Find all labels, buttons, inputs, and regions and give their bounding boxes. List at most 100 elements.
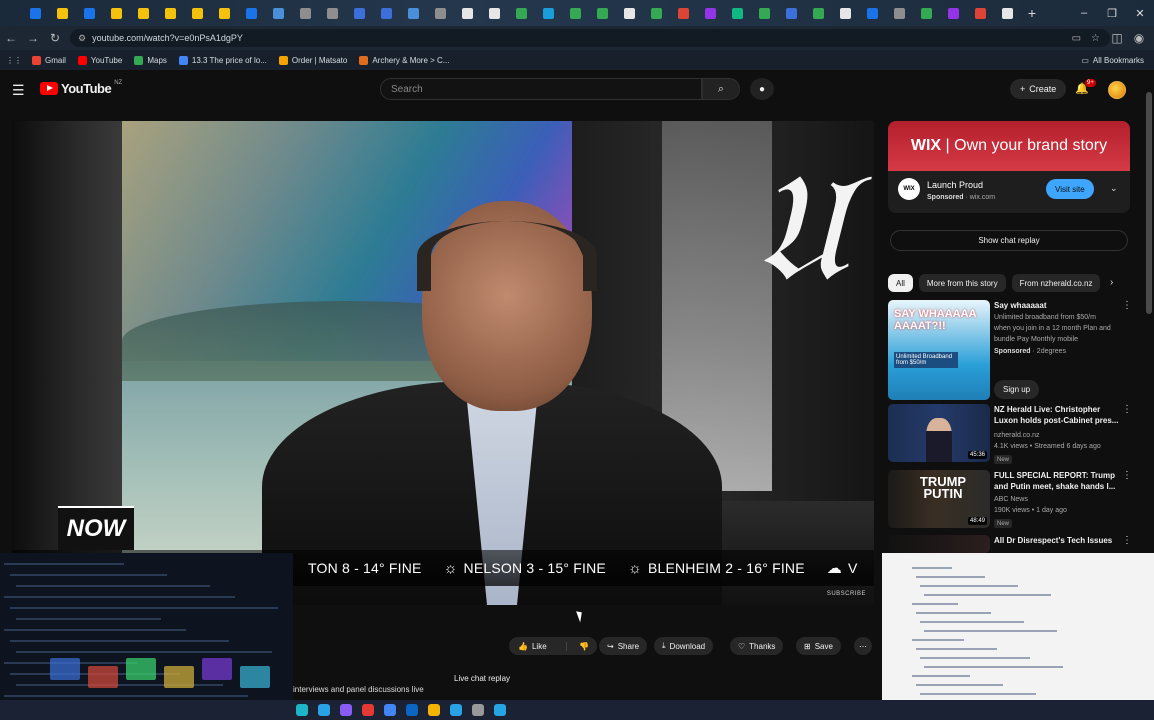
profile-icon[interactable]: ◉	[1128, 31, 1150, 45]
browser-tab[interactable]	[697, 0, 724, 26]
search-input[interactable]: Search	[380, 78, 702, 100]
browser-tab[interactable]	[859, 0, 886, 26]
subscribe-watermark[interactable]: SUBSCRIBE	[827, 591, 866, 597]
browser-tab[interactable]	[832, 0, 859, 26]
video-thumbnail[interactable]: TRUMP PUTIN 48:49	[888, 470, 990, 528]
browser-tab[interactable]	[157, 0, 184, 26]
browser-tab[interactable]	[508, 0, 535, 26]
thanks-button[interactable]: ♡ Thanks	[730, 637, 784, 655]
list-item[interactable]: SAY WHAAAAA AAAAT?!! Unlimited Broadband…	[888, 300, 1146, 400]
apps-icon[interactable]: ⋮⋮	[6, 56, 22, 65]
chevron-right-icon[interactable]: ›	[1110, 277, 1113, 288]
bookmark-gmail[interactable]: Gmail	[32, 55, 66, 65]
browser-tab[interactable]	[724, 0, 751, 26]
browser-tab[interactable]	[535, 0, 562, 26]
more-actions-button[interactable]: ⋯	[854, 637, 872, 655]
reload-icon[interactable]: ↻	[44, 31, 66, 45]
browser-tab[interactable]	[454, 0, 481, 26]
browser-tab[interactable]	[319, 0, 346, 26]
channel-name[interactable]: nzherald.co.nz	[994, 432, 1040, 439]
chevron-down-icon[interactable]: ⌄	[1110, 183, 1118, 194]
browser-tab[interactable]	[778, 0, 805, 26]
bookmark-price[interactable]: 13.3 The price of lo...	[178, 55, 267, 65]
like-button[interactable]: 👍 Like	[509, 641, 567, 651]
bookmark-star-icon[interactable]: ☆	[1091, 33, 1100, 44]
video-thumbnail[interactable]	[888, 535, 990, 553]
dislike-button[interactable]: 👎	[571, 642, 589, 651]
voice-search-button[interactable]: ●	[750, 78, 774, 100]
avatar[interactable]	[1108, 81, 1126, 99]
taskbar-app-icon[interactable]	[340, 704, 352, 716]
browser-tab[interactable]	[967, 0, 994, 26]
bookmark-youtube[interactable]: YouTube	[77, 55, 122, 65]
all-bookmarks-button[interactable]: ▭ All Bookmarks	[1081, 50, 1144, 70]
show-chat-replay-button[interactable]: Show chat replay	[890, 230, 1128, 251]
taskbar-app-icon[interactable]	[450, 704, 462, 716]
save-button[interactable]: ⊞ Save	[796, 637, 841, 655]
browser-tab[interactable]	[265, 0, 292, 26]
live-chat-title[interactable]: Live chat replay	[454, 674, 510, 683]
browser-tab[interactable]	[238, 0, 265, 26]
taskbar-app-icon[interactable]	[362, 704, 374, 716]
chip-all[interactable]: All	[888, 274, 913, 292]
cast-icon[interactable]: ▭	[1072, 33, 1081, 44]
browser-tab[interactable]	[427, 0, 454, 26]
video-thumbnail[interactable]: SAY WHAAAAA AAAAT?!! Unlimited Broadband…	[888, 300, 990, 400]
taskbar-app-icon[interactable]	[428, 704, 440, 716]
browser-tab[interactable]	[940, 0, 967, 26]
browser-tab[interactable]	[400, 0, 427, 26]
more-options-icon[interactable]: ⋮	[1122, 535, 1132, 546]
browser-tab[interactable]	[913, 0, 940, 26]
back-icon[interactable]: ←	[0, 31, 22, 45]
sign-up-button[interactable]: Sign up	[994, 380, 1040, 399]
url-bar[interactable]: ⚙ youtube.com/watch?v=e0nPsA1dgPY ▭ ☆	[70, 29, 1110, 47]
video-player[interactable]: 𝔘 NOW TON 8 - 14° FINE ☼ NELSON 3 - 15° F…	[12, 121, 874, 605]
browser-tab[interactable]	[481, 0, 508, 26]
browser-tab[interactable]	[184, 0, 211, 26]
sidebar-scrollbar[interactable]	[1146, 92, 1152, 314]
taskbar-app-icon[interactable]	[472, 704, 484, 716]
sidebar-ad[interactable]: WIX | Own your brand story WIX Launch Pr…	[888, 121, 1130, 213]
chip-from-nzherald[interactable]: From nzherald.co.nz	[1011, 274, 1100, 292]
close-window-button[interactable]: ✕	[1126, 0, 1154, 26]
video-thumbnail[interactable]: 45:36	[888, 404, 990, 462]
taskbar-app-icon[interactable]	[296, 704, 308, 716]
more-options-icon[interactable]: ⋮	[1122, 470, 1132, 481]
list-item[interactable]: All Dr Disrespect's Tech Issues ⋮	[888, 535, 1146, 553]
taskbar-app-icon[interactable]	[384, 704, 396, 716]
taskbar-app-icon[interactable]	[494, 704, 506, 716]
browser-tab[interactable]	[562, 0, 589, 26]
forward-icon[interactable]: →	[22, 31, 44, 45]
browser-tab[interactable]	[130, 0, 157, 26]
list-item[interactable]: TRUMP PUTIN 48:49 FULL SPECIAL REPORT: T…	[888, 470, 1146, 530]
browser-tab[interactable]	[373, 0, 400, 26]
browser-tab[interactable]	[751, 0, 778, 26]
site-info-icon[interactable]: ⚙	[78, 33, 86, 44]
create-button[interactable]: + Create	[1010, 79, 1067, 99]
browser-tab[interactable]	[643, 0, 670, 26]
browser-tab[interactable]	[670, 0, 697, 26]
browser-tab[interactable]	[76, 0, 103, 26]
browser-tab[interactable]	[616, 0, 643, 26]
browser-tab[interactable]	[292, 0, 319, 26]
browser-tab[interactable]	[22, 0, 49, 26]
download-button[interactable]: ⤓ Download	[654, 637, 714, 655]
new-tab-button[interactable]: +	[1021, 5, 1043, 21]
channel-name[interactable]: ABC News	[994, 496, 1028, 503]
extensions-icon[interactable]: ◫	[1106, 31, 1128, 45]
browser-tab[interactable]	[103, 0, 130, 26]
ad-banner[interactable]: WIX | Own your brand story	[888, 121, 1130, 171]
browser-tab[interactable]	[805, 0, 832, 26]
more-options-icon[interactable]: ⋮	[1122, 404, 1132, 415]
bookmark-archery[interactable]: Archery & More > C...	[359, 55, 449, 65]
browser-tab[interactable]	[49, 0, 76, 26]
search-button[interactable]: ⌕	[702, 78, 740, 100]
menu-icon[interactable]: ☰	[12, 82, 25, 99]
youtube-logo[interactable]: YouTube NZ	[40, 80, 122, 96]
more-options-icon[interactable]: ⋮	[1122, 300, 1132, 311]
bookmark-matsato[interactable]: Order | Matsato	[278, 55, 347, 65]
list-item[interactable]: 45:36 NZ Herald Live: Christopher Luxon …	[888, 404, 1146, 466]
minimize-button[interactable]: –	[1070, 0, 1098, 26]
browser-tab[interactable]	[211, 0, 238, 26]
share-button[interactable]: ↪ Share	[599, 637, 648, 655]
